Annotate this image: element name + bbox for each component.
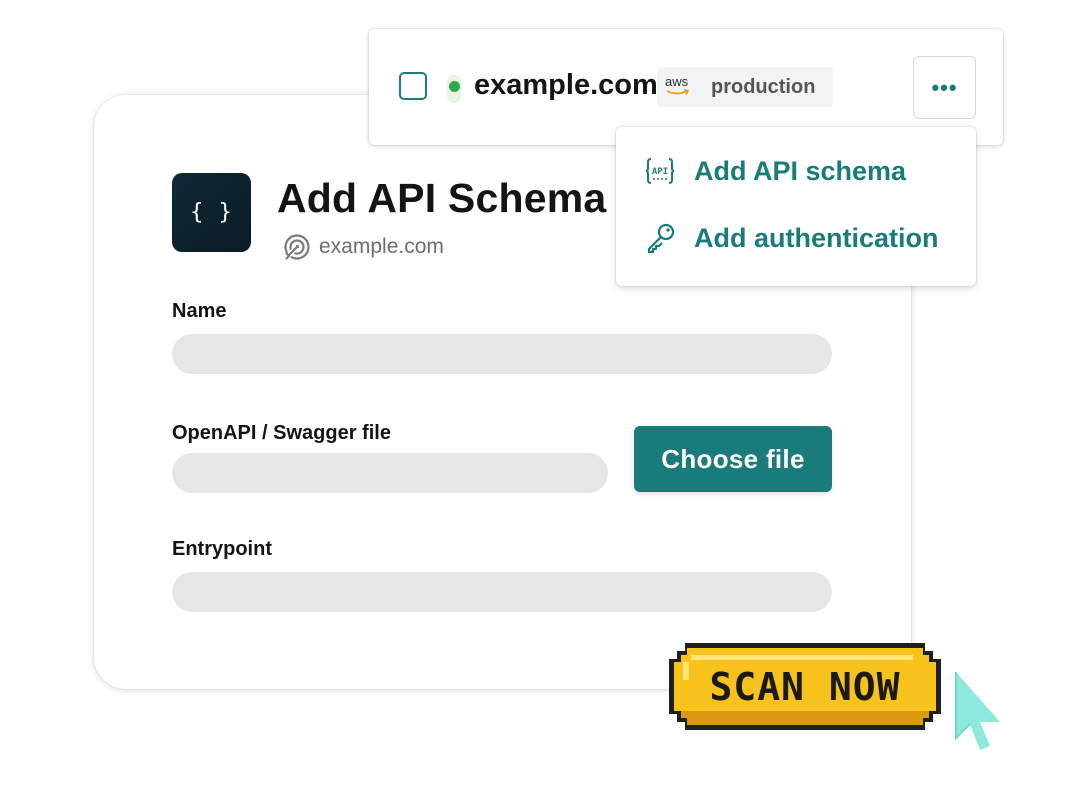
scan-now-label: SCAN NOW <box>709 664 901 709</box>
entrypoint-label: Entrypoint <box>172 538 272 560</box>
braces-icon: { } <box>172 173 251 252</box>
name-label: Name <box>172 300 227 322</box>
target-icon <box>284 234 310 260</box>
menu-item-label: Add authentication <box>694 222 939 253</box>
aws-logo-icon: aws <box>665 74 693 98</box>
menu-item-label: Add API schema <box>694 155 907 186</box>
scan-now-button[interactable]: SCAN NOW <box>669 643 941 730</box>
page-title: Add API Schema <box>277 175 607 221</box>
svg-text:API: API <box>652 167 668 177</box>
key-icon <box>647 223 675 254</box>
openapi-file-input[interactable] <box>172 453 608 493</box>
menu-item-add-authentication[interactable]: Add authentication <box>644 222 939 254</box>
environment-tag: aws production <box>657 67 833 107</box>
status-online-icon <box>449 81 460 92</box>
braces-icon-glyph: { } <box>190 200 233 225</box>
more-options-button[interactable]: ••• <box>913 56 976 119</box>
environment-label: production <box>711 76 816 98</box>
pointer-cursor-icon <box>955 672 1000 750</box>
target-domain: example.com <box>283 233 444 261</box>
entrypoint-input[interactable] <box>172 572 832 612</box>
target-domain-label: example.com <box>319 235 444 258</box>
choose-file-button[interactable]: Choose file <box>634 426 832 492</box>
menu-item-add-api-schema[interactable]: API Add API schema <box>644 155 906 187</box>
select-checkbox[interactable] <box>399 72 427 100</box>
name-input[interactable] <box>172 334 832 374</box>
api-icon: API <box>645 158 675 184</box>
more-horizontal-icon: ••• <box>931 74 958 100</box>
target-domain-name: example.com <box>474 69 658 101</box>
openapi-file-label: OpenAPI / Swagger file <box>172 422 391 444</box>
actions-menu: API Add API schema Add authentication <box>616 127 976 286</box>
